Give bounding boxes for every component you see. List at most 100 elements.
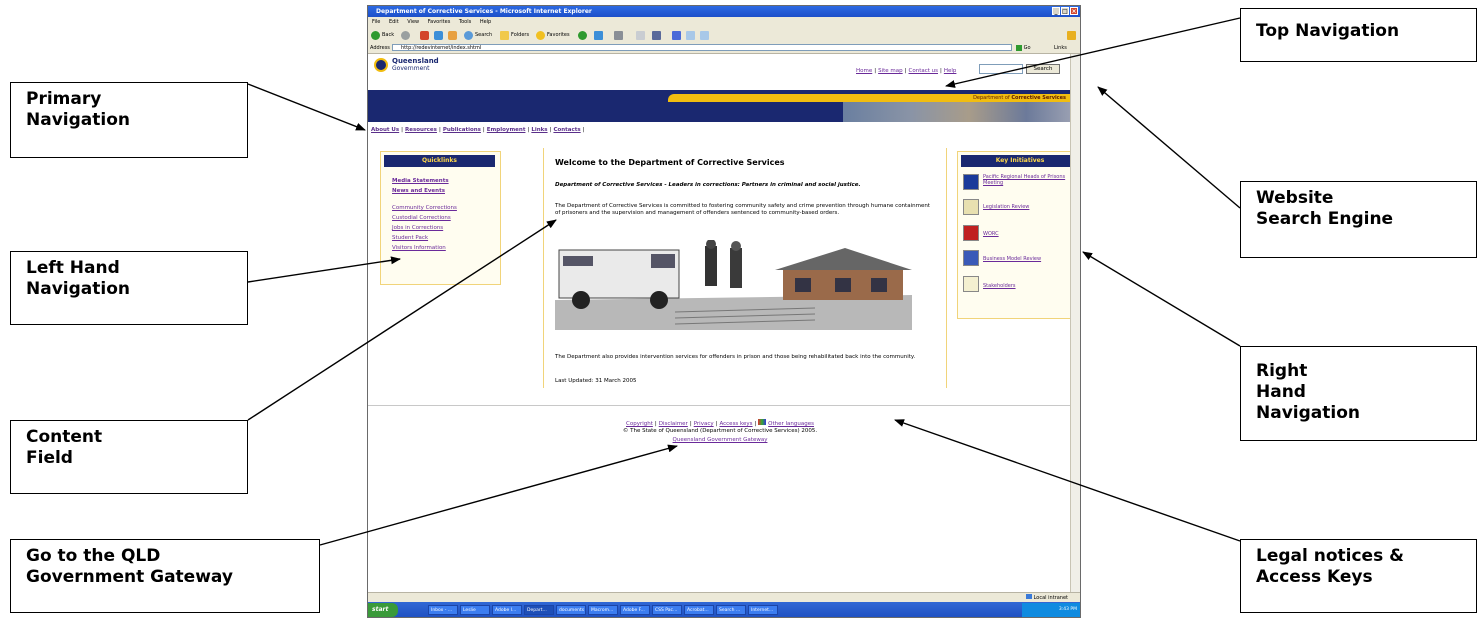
task-documents[interactable]: documents bbox=[556, 605, 586, 615]
star-icon bbox=[536, 30, 545, 40]
callout-top-navigation: Top Navigation bbox=[1240, 8, 1477, 62]
task-department[interactable]: Depart... bbox=[524, 605, 554, 615]
folders-button[interactable]: Folders bbox=[500, 30, 529, 40]
paste-button[interactable] bbox=[700, 30, 709, 40]
callout-primary-navigation: Primary Navigation bbox=[10, 82, 248, 158]
cut-button[interactable] bbox=[672, 30, 681, 40]
footer-disclaimer[interactable]: Disclaimer bbox=[659, 421, 688, 427]
task-macromedia[interactable]: Macrom... bbox=[588, 605, 618, 615]
footer-access-keys[interactable]: Access keys bbox=[719, 421, 752, 427]
edit-button[interactable] bbox=[636, 30, 645, 40]
task-adobe-i[interactable]: Adobe I... bbox=[492, 605, 522, 615]
top-nav-contact-us[interactable]: Contact us bbox=[909, 68, 939, 74]
content-title: Welcome to the Department of Corrective … bbox=[555, 158, 785, 167]
menu-file[interactable]: File bbox=[372, 19, 380, 25]
quicklink-custodial-corrections[interactable]: Custodial Corrections bbox=[392, 215, 451, 221]
address-label: Address bbox=[370, 45, 390, 51]
quicklink-jobs-in-corrections[interactable]: Jobs in Corrections bbox=[392, 225, 443, 231]
minimize-button[interactable]: _ bbox=[1052, 7, 1060, 15]
initiative-legislation-review[interactable]: Legislation Review bbox=[983, 204, 1029, 210]
quicklinks-panel: Quicklinks Media Statements News and Eve… bbox=[380, 151, 501, 285]
quicklink-student-pack[interactable]: Student Pack bbox=[392, 235, 428, 241]
initiative-stakeholders[interactable]: Stakeholders bbox=[983, 283, 1016, 289]
pacific-heads-icon bbox=[963, 174, 979, 190]
address-input[interactable]: http://redevinternet/index.shtml bbox=[392, 44, 1012, 51]
primary-nav-about-us[interactable]: About Us bbox=[371, 127, 399, 133]
logo-line-1: Queensland bbox=[392, 57, 439, 65]
task-inbox[interactable]: Inbox - ... bbox=[428, 605, 458, 615]
discuss-icon bbox=[652, 30, 661, 40]
languages-flag-icon bbox=[758, 419, 767, 425]
task-leslie[interactable]: Leslie bbox=[460, 605, 490, 615]
menu-tools[interactable]: Tools bbox=[459, 19, 471, 25]
quicklink-community-corrections[interactable]: Community Corrections bbox=[392, 205, 457, 211]
primary-nav-publications[interactable]: Publications bbox=[443, 127, 481, 133]
task-css-pac[interactable]: CSS Pac... bbox=[652, 605, 682, 615]
primary-nav-resources[interactable]: Resources bbox=[405, 127, 437, 133]
initiative-pacific-regional-heads[interactable]: Pacific Regional Heads of Prisons Meetin… bbox=[983, 174, 1072, 186]
vertical-scrollbar[interactable] bbox=[1070, 54, 1080, 592]
primary-nav-links[interactable]: Links bbox=[531, 127, 547, 133]
refresh-icon bbox=[434, 30, 443, 40]
clock: 3:43 PM bbox=[1058, 607, 1077, 612]
task-acrobat[interactable]: Acrobat... bbox=[684, 605, 714, 615]
forward-button[interactable] bbox=[401, 30, 410, 40]
callout-right-hand-navigation: Right Hand Navigation bbox=[1240, 346, 1477, 441]
links-button[interactable]: Links bbox=[1054, 43, 1067, 53]
menu-view[interactable]: View bbox=[407, 19, 419, 25]
browser-title-bar: Department of Corrective Services - Micr… bbox=[368, 6, 1080, 17]
maximize-button[interactable]: □ bbox=[1061, 7, 1069, 15]
top-nav-home[interactable]: Home bbox=[856, 68, 872, 74]
print-button[interactable] bbox=[614, 30, 623, 40]
top-nav-site-map[interactable]: Site map bbox=[878, 68, 903, 74]
footer-gateway-link[interactable]: Queensland Government Gateway bbox=[673, 437, 768, 443]
primary-nav-employment[interactable]: Employment bbox=[487, 127, 526, 133]
stop-button[interactable] bbox=[420, 30, 429, 40]
top-nav-help[interactable]: Help bbox=[944, 68, 957, 74]
favorites-button[interactable]: Favorites bbox=[536, 30, 570, 40]
initiative-business-model-review[interactable]: Business Model Review bbox=[983, 256, 1041, 262]
copy-button[interactable] bbox=[686, 30, 695, 40]
home-icon bbox=[448, 30, 457, 40]
worc-icon bbox=[963, 225, 979, 241]
refresh-button[interactable] bbox=[434, 30, 443, 40]
callout-content-field: Content Field bbox=[10, 420, 248, 494]
footer-copyright-notice: © The State of Queensland (Department of… bbox=[622, 428, 818, 434]
home-button[interactable] bbox=[448, 30, 457, 40]
initiative-worc[interactable]: WORC bbox=[983, 231, 999, 237]
menu-help[interactable]: Help bbox=[480, 19, 491, 25]
back-button[interactable]: Back bbox=[371, 30, 394, 40]
close-button[interactable]: × bbox=[1070, 7, 1078, 15]
history-button[interactable] bbox=[578, 30, 587, 40]
site-search-input[interactable] bbox=[979, 64, 1023, 74]
site-search-button[interactable]: Search bbox=[1026, 64, 1060, 74]
browser-menu-bar: File Edit View Favorites Tools Help bbox=[368, 17, 1080, 27]
start-button[interactable]: start bbox=[368, 603, 398, 617]
menu-favorites[interactable]: Favorites bbox=[428, 19, 451, 25]
content-divider-left bbox=[543, 148, 544, 388]
task-adobe-f[interactable]: Adobe F... bbox=[620, 605, 650, 615]
primary-navigation: About Us | Resources | Publications | Employme… bbox=[371, 127, 585, 133]
discuss-button[interactable] bbox=[652, 30, 661, 40]
quicklink-visitors-information[interactable]: Visitors Information bbox=[392, 245, 446, 251]
footer-copyright[interactable]: Copyright bbox=[626, 421, 653, 427]
folder-icon bbox=[500, 30, 509, 40]
legal-notices: Copyright | Disclaimer | Privacy | Access keys… bbox=[626, 419, 814, 427]
quicklink-news-and-events[interactable]: News and Events bbox=[392, 188, 445, 194]
address-bar: Address http://redevinternet/index.shtml… bbox=[368, 43, 1080, 54]
intranet-icon bbox=[1026, 594, 1032, 599]
mail-button[interactable] bbox=[594, 30, 603, 40]
task-internet[interactable]: Internet... bbox=[748, 605, 778, 615]
primary-nav-contacts[interactable]: Contacts bbox=[553, 127, 580, 133]
footer-privacy[interactable]: Privacy bbox=[694, 421, 714, 427]
department-banner: Department of Corrective Services bbox=[668, 94, 1072, 102]
search-toolbar-button[interactable]: Search bbox=[464, 30, 492, 40]
task-search[interactable]: Search ... bbox=[716, 605, 746, 615]
menu-edit[interactable]: Edit bbox=[389, 19, 399, 25]
stakeholders-icon bbox=[963, 276, 979, 292]
quicklink-media-statements[interactable]: Media Statements bbox=[392, 178, 449, 184]
back-arrow-icon bbox=[371, 30, 380, 40]
footer-other-languages[interactable]: Other languages bbox=[768, 421, 814, 427]
go-button[interactable]: Go bbox=[1016, 43, 1031, 53]
arrow-website-search-engine bbox=[1097, 86, 1241, 209]
